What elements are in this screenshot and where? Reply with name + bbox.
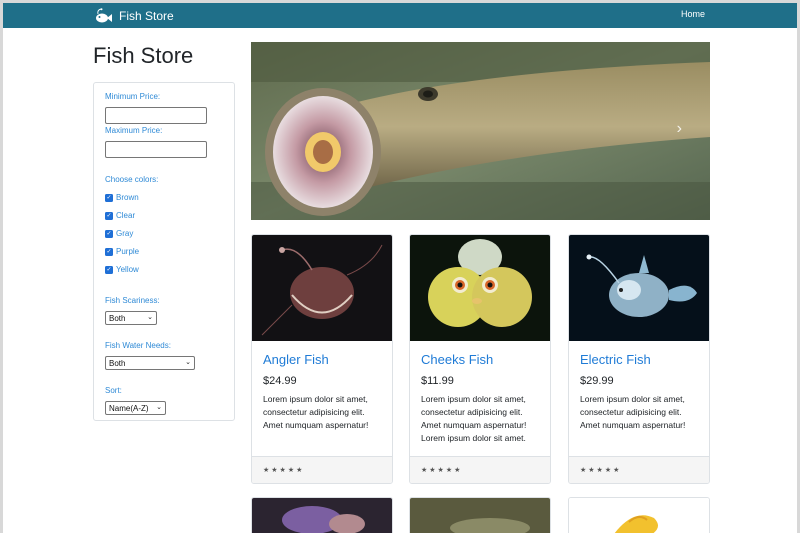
brand-name: Fish Store: [119, 8, 174, 23]
max-price-label: Maximum Price:: [105, 126, 163, 135]
rating-stars-icon: ★★★★★: [263, 467, 305, 474]
browser-viewport: Fish Store Home Fish Store Minimum Price…: [3, 3, 797, 533]
color-option-gray[interactable]: ✓ Gray: [105, 229, 133, 238]
color-option-brown[interactable]: ✓ Brown: [105, 193, 139, 202]
product-image-partial: [252, 498, 392, 533]
product-name[interactable]: Cheeks Fish: [421, 352, 493, 367]
product-description: Lorem ipsum dolor sit amet, consectetur …: [421, 394, 527, 443]
color-label-gray: Gray: [116, 229, 134, 238]
product-description: Lorem ipsum dolor sit amet, consectetur …: [263, 394, 369, 430]
color-label-purple: Purple: [116, 247, 140, 256]
lamprey-slide-image: [251, 42, 710, 220]
product-card-partial: [568, 497, 710, 533]
checkbox-brown[interactable]: ✓: [105, 193, 113, 202]
chevron-down-icon: ⌄: [185, 359, 191, 366]
water-needs-select[interactable]: Both ⌄: [105, 356, 195, 370]
product-footer: ★★★★★: [410, 456, 550, 483]
checkbox-purple[interactable]: ✓: [105, 247, 113, 256]
product-card: Angler Fish $24.99 Lorem ipsum dolor sit…: [251, 234, 393, 484]
hero-carousel[interactable]: ›: [251, 42, 710, 220]
product-price: $29.99: [580, 375, 614, 387]
max-price-input[interactable]: [105, 141, 207, 158]
min-price-label: Minimum Price:: [105, 92, 161, 101]
colors-label: Choose colors:: [105, 175, 159, 184]
product-image-partial: [569, 498, 709, 533]
checkbox-gray[interactable]: ✓: [105, 229, 113, 238]
color-label-brown: Brown: [116, 193, 139, 202]
color-option-purple[interactable]: ✓ Purple: [105, 247, 139, 256]
nav-home-link[interactable]: Home: [681, 9, 705, 19]
water-needs-selected: Both: [109, 358, 126, 368]
product-footer: ★★★★★: [569, 456, 709, 483]
filter-panel: Minimum Price: Maximum Price: Choose col…: [93, 82, 235, 421]
fish-logo-icon: [96, 7, 112, 22]
navbar: Fish Store Home: [3, 3, 797, 28]
color-option-clear[interactable]: ✓ Clear: [105, 211, 135, 220]
checkbox-clear[interactable]: ✓: [105, 211, 113, 220]
scariness-select[interactable]: Both ⌄: [105, 311, 157, 325]
sort-label: Sort:: [105, 386, 122, 395]
product-price: $24.99: [263, 375, 297, 387]
product-card-partial: [409, 497, 551, 533]
electric-fish-image: [569, 235, 709, 341]
color-option-yellow[interactable]: ✓ Yellow: [105, 265, 139, 274]
scariness-selected: Both: [109, 313, 126, 323]
product-image-partial: [410, 498, 550, 533]
color-label-clear: Clear: [116, 211, 136, 220]
page-title: Fish Store: [93, 43, 194, 68]
product-card: Electric Fish $29.99 Lorem ipsum dolor s…: [568, 234, 710, 484]
product-description: Lorem ipsum dolor sit amet, consectetur …: [580, 394, 686, 430]
product-price: $11.99: [421, 375, 454, 387]
cheeks-fish-image: [410, 235, 550, 341]
product-name[interactable]: Electric Fish: [580, 352, 651, 367]
rating-stars-icon: ★★★★★: [421, 467, 463, 474]
scariness-label: Fish Scariness:: [105, 296, 160, 305]
water-needs-label: Fish Water Needs:: [105, 341, 171, 350]
chevron-right-icon[interactable]: ›: [677, 120, 682, 138]
brand-link[interactable]: Fish Store: [93, 3, 174, 28]
chevron-down-icon: ⌄: [147, 314, 153, 321]
product-card-partial: [251, 497, 393, 533]
product-name[interactable]: Angler Fish: [263, 352, 329, 367]
product-footer: ★★★★★: [252, 456, 392, 483]
min-price-input[interactable]: [105, 107, 207, 124]
chevron-down-icon: ⌄: [156, 404, 162, 411]
rating-stars-icon: ★★★★★: [580, 467, 622, 474]
product-card: Cheeks Fish $11.99 Lorem ipsum dolor sit…: [409, 234, 551, 484]
sort-selected: Name(A-Z): [109, 403, 149, 413]
angler-fish-image: [252, 235, 392, 341]
checkbox-yellow[interactable]: ✓: [105, 265, 113, 274]
color-label-yellow: Yellow: [116, 265, 139, 274]
sort-select[interactable]: Name(A-Z) ⌄: [105, 401, 166, 415]
